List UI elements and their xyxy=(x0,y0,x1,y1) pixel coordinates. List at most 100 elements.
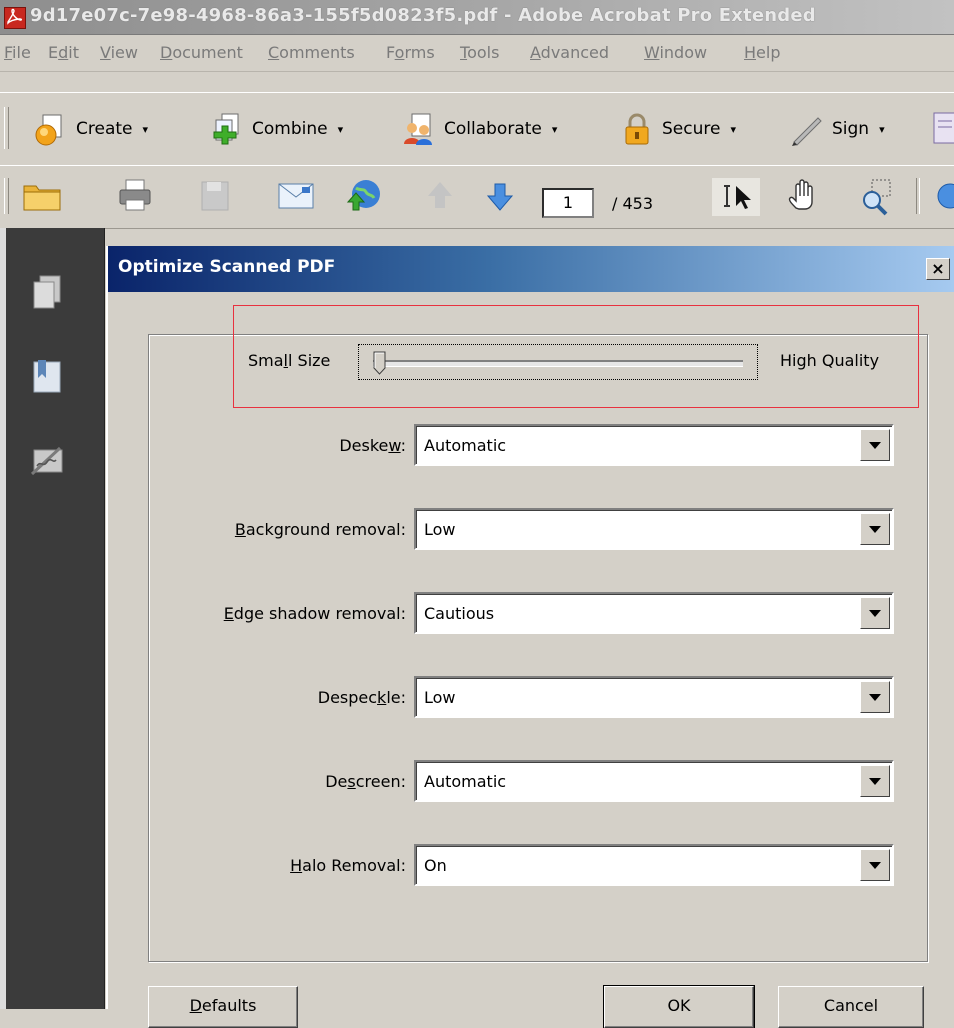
next-page-icon[interactable] xyxy=(480,176,520,216)
signatures-panel-icon[interactable] xyxy=(28,442,68,482)
menu-advanced[interactable]: Advanced xyxy=(530,43,609,62)
deskew-label: Deskew: xyxy=(339,436,406,455)
menu-forms[interactable]: Forms xyxy=(386,43,435,62)
descreen-value: Automatic xyxy=(424,772,507,791)
menu-comments[interactable]: Comments xyxy=(268,43,355,62)
zoom-marquee-icon[interactable] xyxy=(858,176,898,216)
zoom-out-icon[interactable] xyxy=(934,176,954,216)
background-removal-label-text-rest: ackground removal: xyxy=(245,520,406,539)
halo-removal-select[interactable]: On xyxy=(414,844,894,886)
email-icon[interactable] xyxy=(276,176,316,216)
menu-file[interactable]: File xyxy=(4,43,31,62)
toolbar-separator xyxy=(916,178,920,214)
upload-globe-icon[interactable] xyxy=(344,176,384,216)
deskew-label-text: Deske xyxy=(339,436,389,455)
navigation-panel xyxy=(0,228,105,1009)
menu-edit[interactable]: Edit xyxy=(48,43,79,62)
chevron-down-icon xyxy=(869,777,881,785)
cancel-button[interactable]: Cancel xyxy=(778,986,924,1028)
collaborate-button[interactable]: Collaborate ▾ xyxy=(402,109,557,149)
descreen-label-text-rest: creen: xyxy=(355,772,406,791)
edge-shadow-removal-select[interactable]: Cautious xyxy=(414,592,894,634)
slider-thumb[interactable] xyxy=(373,351,387,375)
descreen-select[interactable]: Automatic xyxy=(414,760,894,802)
deskew-dropdown-button[interactable] xyxy=(860,429,890,461)
bookmarks-panel-icon[interactable] xyxy=(28,356,68,396)
menu-advanced-accel: A xyxy=(530,43,541,62)
menu-document-accel: D xyxy=(160,43,173,62)
despeckle-label-text: Despec xyxy=(317,688,378,707)
descreen-dropdown-button[interactable] xyxy=(860,765,890,797)
secure-button-label: Secure xyxy=(662,119,721,139)
select-text-tool-icon[interactable] xyxy=(712,178,760,218)
menu-help[interactable]: Help xyxy=(744,43,780,62)
edge-shadow-removal-label-accel: E xyxy=(223,604,234,623)
menu-tools[interactable]: Tools xyxy=(460,43,499,62)
descreen-label: Descreen: xyxy=(325,772,406,791)
ok-button[interactable]: OK xyxy=(603,985,755,1028)
halo-removal-dropdown-button[interactable] xyxy=(860,849,890,881)
background-removal-dropdown-button[interactable] xyxy=(860,513,890,545)
despeckle-select[interactable]: Low xyxy=(414,676,894,718)
menu-tools-accel: T xyxy=(460,43,468,62)
quality-slider[interactable] xyxy=(358,344,758,380)
deskew-select[interactable]: Automatic xyxy=(414,424,894,466)
menu-help-accel: H xyxy=(744,43,757,62)
background-removal-label: Background removal: xyxy=(235,520,406,539)
dialog-close-button[interactable]: × xyxy=(926,258,950,280)
menu-view[interactable]: View xyxy=(100,43,138,62)
pages-panel-icon[interactable] xyxy=(28,272,68,312)
forms-toolbar-icon[interactable] xyxy=(930,109,954,149)
despeckle-label-accel: k xyxy=(377,688,387,707)
sign-button[interactable]: Sign ▾ xyxy=(790,109,885,149)
despeckle-value: Low xyxy=(424,688,456,707)
print-icon[interactable] xyxy=(116,176,156,216)
secure-dropdown-icon: ▾ xyxy=(730,122,736,136)
secure-button[interactable]: Secure ▾ xyxy=(620,109,736,149)
background-removal-value: Low xyxy=(424,520,456,539)
collaborate-dropdown-icon: ▾ xyxy=(551,122,558,136)
save-icon-disabled xyxy=(196,176,236,216)
despeckle-dropdown-button[interactable] xyxy=(860,681,890,713)
defaults-button[interactable]: Defaults xyxy=(148,986,298,1028)
window-title-bar: 9d17e07c-7e98-4968-86a3-155f5d0823f5.pdf… xyxy=(0,0,954,35)
sign-button-label: Sign xyxy=(832,119,870,139)
page-number-input[interactable]: 1 xyxy=(542,188,594,218)
menu-view-text-rest: iew xyxy=(110,43,138,62)
defaults-button-text-rest: efaults xyxy=(201,996,257,1015)
deskew-label-text-rest: : xyxy=(400,436,406,455)
descreen-label-text: De xyxy=(325,772,348,791)
cancel-button-label: Cancel xyxy=(823,996,879,1015)
combine-button-label: Combine xyxy=(252,119,328,139)
close-icon: × xyxy=(931,259,945,278)
dialog-title-bar[interactable]: Optimize Scanned PDF × xyxy=(108,246,954,292)
dialog-title: Optimize Scanned PDF xyxy=(118,257,336,277)
document-edge xyxy=(0,228,6,1009)
slider-track xyxy=(373,360,743,367)
menu-advanced-text-rest: dvanced xyxy=(540,43,610,62)
ok-button-label: OK xyxy=(667,996,691,1015)
page-count: / 453 xyxy=(612,194,654,213)
combine-button[interactable]: Combine ▾ xyxy=(210,109,343,149)
edge-shadow-removal-label-text-rest: dge shadow removal: xyxy=(233,604,406,623)
background-removal-select[interactable]: Low xyxy=(414,508,894,550)
sign-dropdown-icon: ▾ xyxy=(879,122,885,136)
menu-comments-text-rest: omments xyxy=(279,43,355,62)
despeckle-label-text-rest: le: xyxy=(386,688,406,707)
chevron-down-icon xyxy=(869,693,881,701)
deskew-label-accel: w xyxy=(388,436,401,455)
combine-dropdown-icon: ▾ xyxy=(337,122,344,136)
toolbar-grip[interactable] xyxy=(4,107,9,149)
create-button[interactable]: Create ▾ xyxy=(34,109,148,149)
menu-comments-accel: C xyxy=(268,43,280,62)
menu-document[interactable]: Document xyxy=(160,43,243,62)
halo-removal-label-text-rest: alo Removal: xyxy=(302,856,406,875)
edge-shadow-removal-dropdown-button[interactable] xyxy=(860,597,890,629)
toolbar-grip[interactable] xyxy=(4,178,9,214)
descreen-label-accel: s xyxy=(347,772,356,791)
open-folder-icon[interactable] xyxy=(22,176,62,216)
optimize-scanned-pdf-dialog: Optimize Scanned PDF × Small Size High Q… xyxy=(106,246,954,1028)
menu-window[interactable]: Window xyxy=(644,43,707,62)
menu-edit-text: E xyxy=(48,43,59,62)
hand-tool-icon[interactable] xyxy=(784,176,824,216)
